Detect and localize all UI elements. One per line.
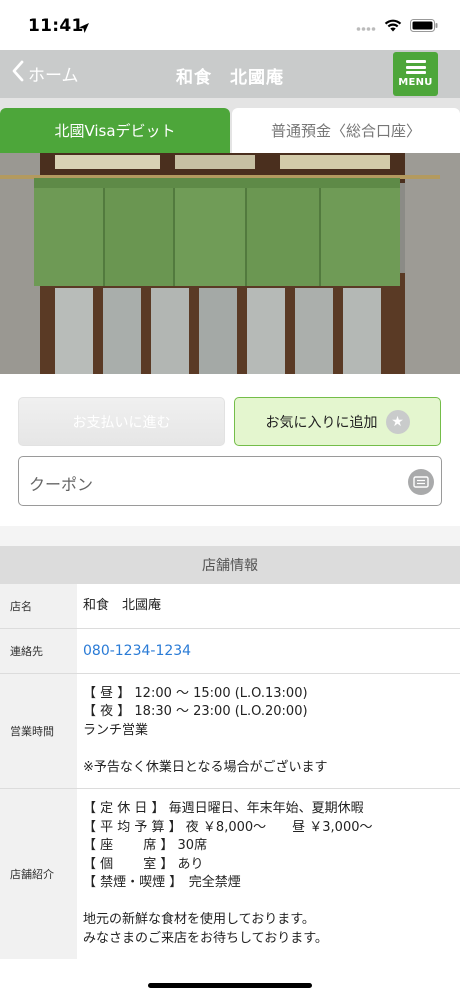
contact-cell: 080-1234-1234 [77,629,460,673]
hamburger-icon [405,60,426,74]
hours-line: ※予告なく休業日となる場合がございます [83,759,328,775]
intro-line: 【 定 休 日 】 毎週日曜日、年末年始、夏期休暇 [83,801,364,816]
back-button[interactable]: ホーム [12,60,79,87]
row-label: 営業時間 [0,674,77,788]
store-info-row-hours: 営業時間 【 昼 】 12:00 ～ 15:00 (L.O.13:00) 【 夜… [0,674,460,789]
intro-line: 【 座 席 】 30席 [83,838,208,853]
store-info-table: 店名 和食 北國庵 連絡先 080-1234-1234 営業時間 【 昼 】 1… [0,584,460,959]
add-favorite-label: お気に入りに追加 [265,414,378,431]
status-bar: 11:41 [0,0,460,50]
tab-visa-debit[interactable]: 北國Visaデビット [0,108,230,153]
store-info-row-name: 店名 和食 北國庵 [0,584,460,629]
coupon-placeholder: クーポン [29,475,94,494]
hours-value: 【 昼 】 12:00 ～ 15:00 (L.O.13:00) 【 夜 】 18… [77,674,460,788]
home-indicator[interactable] [148,983,312,988]
back-label: ホーム [28,66,79,86]
location-arrow-icon [78,19,90,38]
account-tabs: 北國Visaデビット 普通預金〈総合口座〉 [0,98,460,153]
navigation-bar: ホーム 和食 北國庵 MENU [0,50,460,98]
row-label: 店名 [0,584,77,628]
section-spacer [0,526,460,546]
star-icon: ★ [385,409,410,434]
menu-button[interactable]: MENU [393,52,438,96]
intro-line: 【 禁煙・喫煙 】 完全禁煙 [83,875,241,890]
store-info-row-contact: 連絡先 080-1234-1234 [0,629,460,674]
intro-value: 【 定 休 日 】 毎週日曜日、年末年始、夏期休暇 【 平 均 予 算 】 夜 … [77,789,460,959]
signal-icon [356,17,376,36]
store-info-row-intro: 店舗紹介 【 定 休 日 】 毎週日曜日、年末年始、夏期休暇 【 平 均 予 算… [0,789,460,959]
intro-line: 【 平 均 予 算 】 夜 ￥8,000～ 昼 ￥3,000～ [83,819,373,835]
hours-line: ランチ営業 [83,722,149,738]
hours-line: 【 夜 】 18:30 ～ 23:00 (L.O.20:00) [83,704,308,720]
hours-line: 【 昼 】 12:00 ～ 15:00 (L.O.13:00) [83,685,308,701]
row-label: 店舗紹介 [0,789,77,959]
coupon-field[interactable]: クーポン [18,456,442,506]
coupon-ticket-icon [408,469,434,495]
menu-label: MENU [398,77,433,88]
phone-link[interactable]: 080-1234-1234 [83,642,191,661]
proceed-to-payment-button[interactable]: お支払いに進む [18,397,225,446]
wifi-icon [384,17,402,36]
store-photo [0,153,460,374]
store-actions: お支払いに進む お気に入りに追加 ★ クーポン [0,374,460,526]
battery-icon [410,17,438,36]
store-info-header: 店舗情報 [0,546,460,584]
intro-line: 【 個 室 】 あり [83,856,204,872]
chevron-left-icon [12,60,24,87]
store-name-value: 和食 北國庵 [83,597,162,613]
status-time: 11:41 [28,16,84,36]
tab-savings-account[interactable]: 普通預金〈総合口座〉 [232,108,460,153]
intro-line: みなさまのご来店をお待ちしております。 [83,930,328,946]
status-indicators [356,17,438,36]
intro-line: 地元の新鮮な食材を使用しております。 [83,912,315,927]
row-label: 連絡先 [0,629,77,673]
add-favorite-button[interactable]: お気に入りに追加 ★ [234,397,441,446]
